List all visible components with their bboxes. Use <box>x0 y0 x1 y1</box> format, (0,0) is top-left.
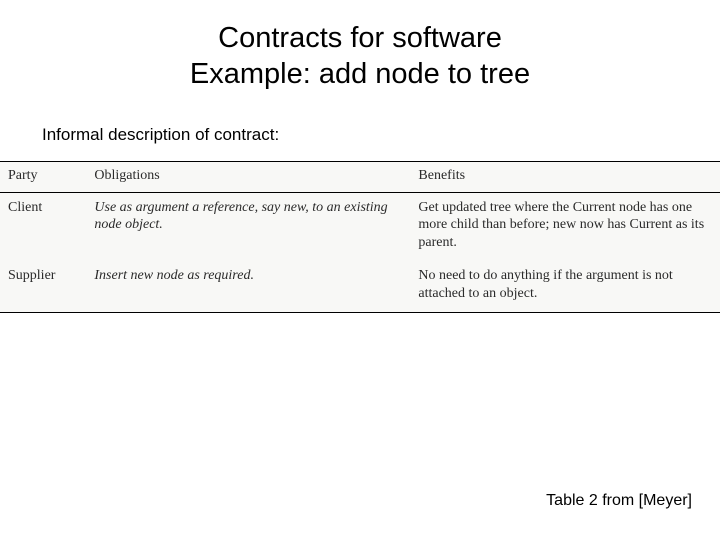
table-row: Client Use as argument a reference, say … <box>0 192 720 261</box>
contract-table: Party Obligations Benefits Client Use as… <box>0 161 720 314</box>
cell-obligations: Use as argument a reference, say new, to… <box>86 192 410 261</box>
title-line-2: Example: add node to tree <box>190 58 530 90</box>
cell-party: Supplier <box>0 261 86 313</box>
table-row: Supplier Insert new node as required. No… <box>0 261 720 313</box>
cell-party: Client <box>0 192 86 261</box>
header-party: Party <box>0 161 86 192</box>
subheading: Informal description of contract: <box>0 125 720 145</box>
slide-title: Contracts for software Example: add node… <box>0 0 720 93</box>
header-obligations: Obligations <box>86 161 410 192</box>
table-header-row: Party Obligations Benefits <box>0 161 720 192</box>
header-benefits: Benefits <box>410 161 720 192</box>
title-line-1: Contracts for software <box>218 22 502 54</box>
table-scan: Party Obligations Benefits Client Use as… <box>0 161 720 314</box>
cell-benefits: No need to do anything if the argument i… <box>410 261 720 313</box>
cell-obligations: Insert new node as required. <box>86 261 410 313</box>
cell-benefits: Get updated tree where the Current node … <box>410 192 720 261</box>
table-caption: Table 2 from [Meyer] <box>546 492 692 510</box>
slide: Contracts for software Example: add node… <box>0 0 720 540</box>
